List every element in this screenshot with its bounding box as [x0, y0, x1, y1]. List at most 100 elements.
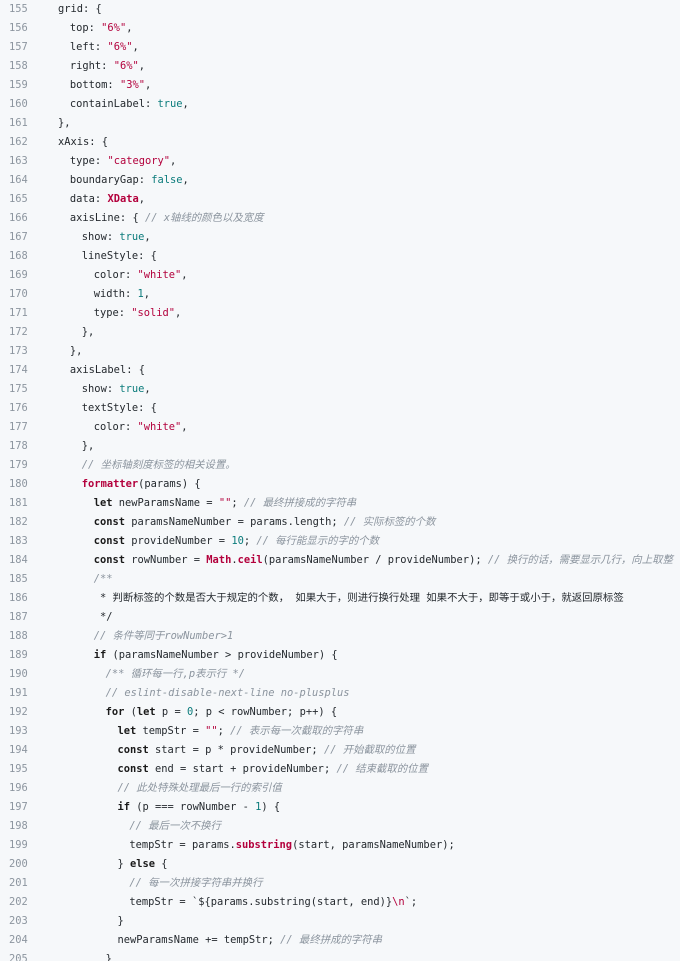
code-text: for (let p = 0; p < rowNumber; p++) { [106, 703, 338, 722]
code-line: 159 bottom: "3%", [0, 76, 680, 95]
code-token: grid: { [58, 3, 102, 15]
code-text: axisLine: { // x轴线的颜色以及宽度 [70, 209, 264, 228]
line-number: 188 [9, 630, 28, 642]
code-text: } [106, 950, 112, 961]
code-line: 184 const rowNumber = Math.ceil(paramsNam… [0, 551, 680, 570]
code-text: tempStr = params.substring(start, params… [129, 836, 454, 855]
code-line: 200} else { [0, 855, 680, 874]
code-token: , [170, 155, 177, 167]
code-token: , [175, 307, 182, 319]
code-token: `; [404, 896, 418, 908]
code-token: , [144, 79, 152, 91]
code-token: color: [93, 269, 138, 281]
line-number: 165 [9, 193, 28, 205]
code-token: }, [81, 440, 95, 452]
code-token: provideNumber = [124, 535, 232, 547]
code-token: xAxis: { [58, 136, 109, 148]
line-number: 198 [9, 820, 28, 832]
code-text: } [118, 912, 124, 931]
code-text: const paramsNameNumber = params.length; … [94, 513, 436, 532]
line-number: 182 [9, 516, 28, 528]
code-token: type: [69, 155, 108, 167]
line-number: 158 [9, 60, 28, 72]
code-token: boundaryGap: [69, 174, 152, 186]
line-number: 204 [9, 934, 28, 946]
code-text: data: XData, [70, 190, 145, 209]
code-token: const [117, 744, 149, 756]
code-line: 158 right: "6%", [0, 57, 680, 76]
line-number: 175 [9, 383, 28, 395]
code-line: 198 // 最后一次不换行 [0, 817, 680, 836]
code-token: if [117, 801, 131, 813]
code-line: 171 type: "solid", [0, 304, 680, 323]
code-line: 193 let tempStr = ""; // 表示每一次截取的字符串 [0, 722, 680, 741]
code-token: "white" [137, 421, 182, 433]
code-token: rowNumber = [124, 554, 207, 566]
code-token: // 每一次拼接字符串并换行 [129, 877, 263, 889]
code-token: ( [124, 706, 137, 718]
code-token: } [117, 858, 131, 870]
code-token: // 每行能显示的字的个数 [256, 535, 380, 547]
code-token: lineStyle: { [81, 250, 157, 262]
line-number: 168 [9, 250, 28, 262]
code-token: paramsNameNumber = params.length; [124, 516, 344, 528]
line-number: 183 [9, 535, 28, 547]
code-token: \n [392, 896, 405, 908]
code-token: formatter [81, 478, 139, 490]
code-token: ) { [261, 801, 281, 813]
code-line: 169 color: "white", [0, 266, 680, 285]
code-text: containLabel: true, [70, 95, 189, 114]
code-text: let tempStr = ""; // 表示每一次截取的字符串 [118, 722, 364, 741]
code-token: left: [69, 41, 108, 53]
code-text: }, [70, 342, 83, 361]
code-line: 181 let newParamsName = ""; // 最终拼接成的字符串 [0, 494, 680, 513]
line-number: 193 [9, 725, 28, 737]
line-number: 173 [9, 345, 28, 357]
code-token: // 此处特殊处理最后一行的索引值 [117, 782, 282, 794]
code-token: if [93, 649, 107, 661]
code-editor[interactable]: 155 grid: {156 top: "6%", 157 left: "6%", 158… [0, 0, 680, 961]
code-line: 195 const end = start + provideNumber; //… [0, 760, 680, 779]
line-number: 166 [9, 212, 28, 224]
code-token: } [105, 953, 112, 961]
line-number: 195 [9, 763, 28, 775]
code-token: "6%" [107, 41, 133, 53]
code-token: true [157, 98, 183, 110]
code-line: 175 show: true, [0, 380, 680, 399]
code-token: "solid" [131, 307, 176, 319]
code-line: 201 // 每一次拼接字符串并换行 [0, 874, 680, 893]
code-token: data: [69, 193, 108, 205]
code-token: XData [107, 193, 139, 205]
code-token: "3%" [119, 79, 145, 91]
code-token: "white" [137, 269, 182, 281]
code-line: 183 const provideNumber = 10; // 每行能显示的字的… [0, 532, 680, 551]
code-token: axisLine: { [69, 212, 145, 224]
code-token: top: [69, 22, 102, 34]
code-text: /** 循环每一行,p表示行 */ [106, 665, 245, 684]
line-number: 174 [9, 364, 28, 376]
code-token: newParamsName = [112, 497, 219, 509]
code-token: bottom: [69, 79, 120, 91]
code-token: (p === rowNumber - [130, 801, 256, 813]
code-token: // 表示每一次截取的字符串 [230, 725, 364, 737]
code-token: // eslint-disable-next-line no-plusplus [105, 687, 350, 699]
code-token: (paramsNameNumber / provideNumber); [262, 554, 488, 566]
code-line: 162 xAxis: { [0, 133, 680, 152]
code-text: // eslint-disable-next-line no-plusplus [106, 684, 350, 703]
code-token: "" [205, 725, 218, 737]
line-number: 169 [9, 269, 28, 281]
code-token: axisLabel: { [69, 364, 145, 376]
code-line: 168 lineStyle: { [0, 247, 680, 266]
code-token: end = start + provideNumber; [148, 763, 337, 775]
code-text: formatter(params) { [82, 475, 201, 494]
code-line: 194 const start = p * provideNumber; // 开… [0, 741, 680, 760]
code-line: 170 width: 1, [0, 285, 680, 304]
line-number: 176 [9, 402, 28, 414]
code-line: 185 /** [0, 570, 680, 589]
code-text: type: "category", [70, 152, 176, 171]
line-number: 178 [9, 440, 28, 452]
code-line: 166 axisLine: { // x轴线的颜色以及宽度 [0, 209, 680, 228]
code-token: type: [93, 307, 132, 319]
code-line: 204 newParamsName += tempStr; // 最终拼成的字符串 [0, 931, 680, 950]
line-number: 201 [9, 877, 28, 889]
